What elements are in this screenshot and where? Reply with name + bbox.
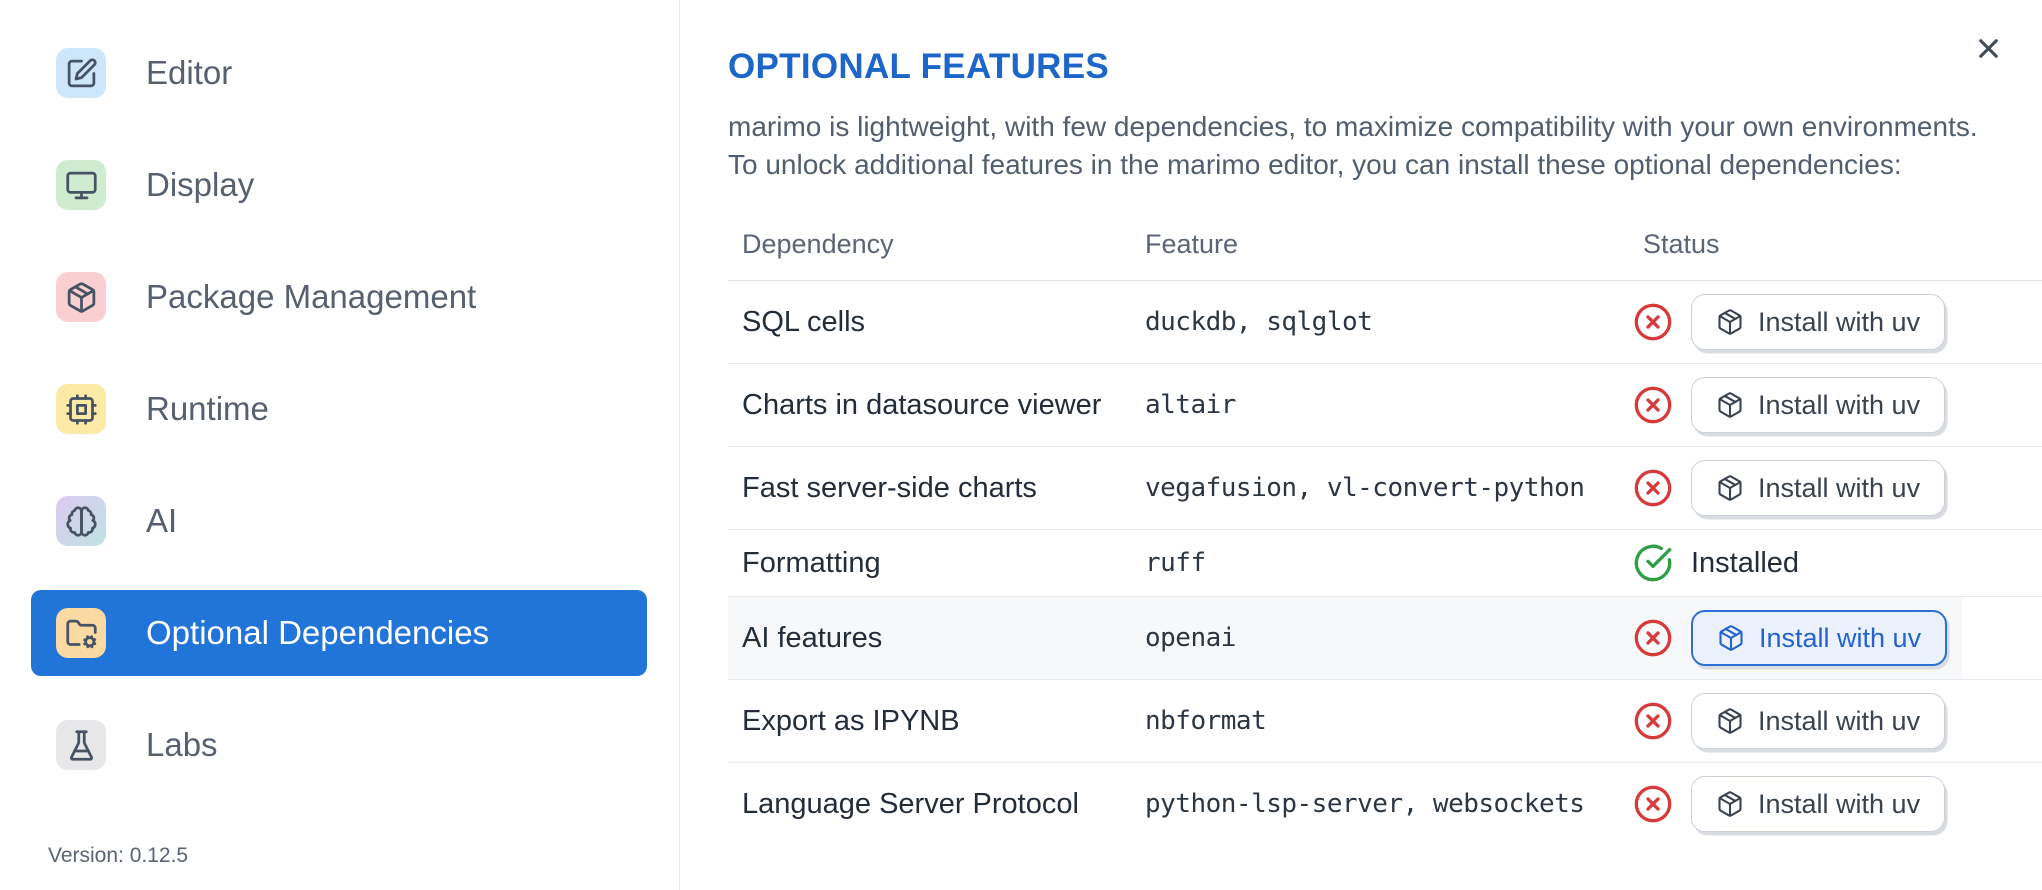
table-row: Fast server-side charts vegafusion, vl-c… xyxy=(728,446,2042,529)
not-installed-x-icon xyxy=(1633,302,1673,342)
installed-check-icon xyxy=(1633,543,1673,583)
dependency-name: SQL cells xyxy=(742,306,866,338)
package-icon xyxy=(1717,624,1745,652)
install-with-uv-button[interactable]: Install with uv xyxy=(1691,693,1946,749)
close-button[interactable] xyxy=(1964,24,2012,72)
panel-description: marimo is lightweight, with few dependen… xyxy=(728,108,2042,184)
feature-packages: python-lsp-server, websockets xyxy=(1145,789,1585,819)
package-icon xyxy=(1716,474,1744,502)
dependency-name: Charts in datasource viewer xyxy=(742,389,1102,421)
feature-packages: nbformat xyxy=(1145,706,1267,736)
package-icon xyxy=(1716,391,1744,419)
install-with-uv-button[interactable]: Install with uv xyxy=(1691,610,1948,666)
sidebar-nav: Editor Display Package Management Runtim… xyxy=(31,30,679,788)
settings-dialog: Editor Display Package Management Runtim… xyxy=(0,0,2042,890)
table-header-row: Dependency Feature Status xyxy=(728,208,2042,281)
close-icon xyxy=(1973,33,2004,64)
brain-icon xyxy=(56,496,106,546)
cpu-icon xyxy=(56,384,106,434)
feature-packages: ruff xyxy=(1145,548,1206,578)
sidebar-item-optional-dependencies[interactable]: Optional Dependencies xyxy=(31,590,647,676)
dependencies-table: Dependency Feature Status SQL cells duck… xyxy=(728,208,2042,845)
description-line-1: marimo is lightweight, with few dependen… xyxy=(728,111,1978,142)
flask-icon xyxy=(56,720,106,770)
sidebar-item-display[interactable]: Display xyxy=(31,142,647,228)
dependency-name: Formatting xyxy=(742,547,881,579)
panel-title: OPTIONAL FEATURES xyxy=(728,47,1110,86)
installed-label: Installed xyxy=(1691,546,1800,579)
table-body: SQL cells duckdb, sqlglot Install with u… xyxy=(728,281,2042,845)
feature-packages: altair xyxy=(1145,390,1236,420)
optional-features-panel: OPTIONAL FEATURES marimo is lightweight,… xyxy=(680,0,2042,890)
sidebar-item-runtime[interactable]: Runtime xyxy=(31,366,647,452)
package-icon xyxy=(56,272,106,322)
dependency-name: AI features xyxy=(742,622,883,654)
description-line-2: To unlock additional features in the mar… xyxy=(728,149,1902,180)
feature-packages: openai xyxy=(1145,623,1236,653)
table-row: AI features openai Install with uv xyxy=(728,596,2042,679)
square-pen-icon xyxy=(56,48,106,98)
table-row: SQL cells duckdb, sqlglot Install with u… xyxy=(728,281,2042,363)
not-installed-x-icon xyxy=(1633,701,1673,741)
package-icon xyxy=(1716,308,1744,336)
monitor-icon xyxy=(56,160,106,210)
feature-packages: vegafusion, vl-convert-python xyxy=(1145,473,1585,503)
feature-packages: duckdb, sqlglot xyxy=(1145,307,1373,337)
sidebar-item-editor[interactable]: Editor xyxy=(31,30,647,116)
sidebar-item-package-management[interactable]: Package Management xyxy=(31,254,647,340)
sidebar-item-labs[interactable]: Labs xyxy=(31,702,647,788)
not-installed-x-icon xyxy=(1633,385,1673,425)
dependency-name: Language Server Protocol xyxy=(742,788,1079,820)
dependency-name: Export as IPYNB xyxy=(742,705,960,737)
install-with-uv-button[interactable]: Install with uv xyxy=(1691,776,1946,832)
not-installed-x-icon xyxy=(1633,618,1673,658)
install-with-uv-button[interactable]: Install with uv xyxy=(1691,294,1946,350)
not-installed-x-icon xyxy=(1633,784,1673,824)
table-row: Export as IPYNB nbformat Install with uv xyxy=(728,679,2042,762)
header-status: Status xyxy=(1643,228,1720,259)
header-feature: Feature xyxy=(1145,228,1239,259)
table-row: Language Server Protocol python-lsp-serv… xyxy=(728,762,2042,845)
table-row: Formatting ruff Installed xyxy=(728,529,2042,596)
version-label: Version: 0.12.5 xyxy=(48,844,189,867)
install-with-uv-button[interactable]: Install with uv xyxy=(1691,460,1946,516)
not-installed-x-icon xyxy=(1633,468,1673,508)
folder-cog-icon xyxy=(56,608,106,658)
sidebar-item-ai[interactable]: AI xyxy=(31,478,647,564)
table-row: Charts in datasource viewer altair Insta… xyxy=(728,363,2042,446)
package-icon xyxy=(1716,790,1744,818)
dependency-name: Fast server-side charts xyxy=(742,472,1037,504)
install-with-uv-button[interactable]: Install with uv xyxy=(1691,377,1946,433)
package-icon xyxy=(1716,707,1744,735)
settings-sidebar: Editor Display Package Management Runtim… xyxy=(0,0,680,890)
header-dependency: Dependency xyxy=(742,228,894,259)
